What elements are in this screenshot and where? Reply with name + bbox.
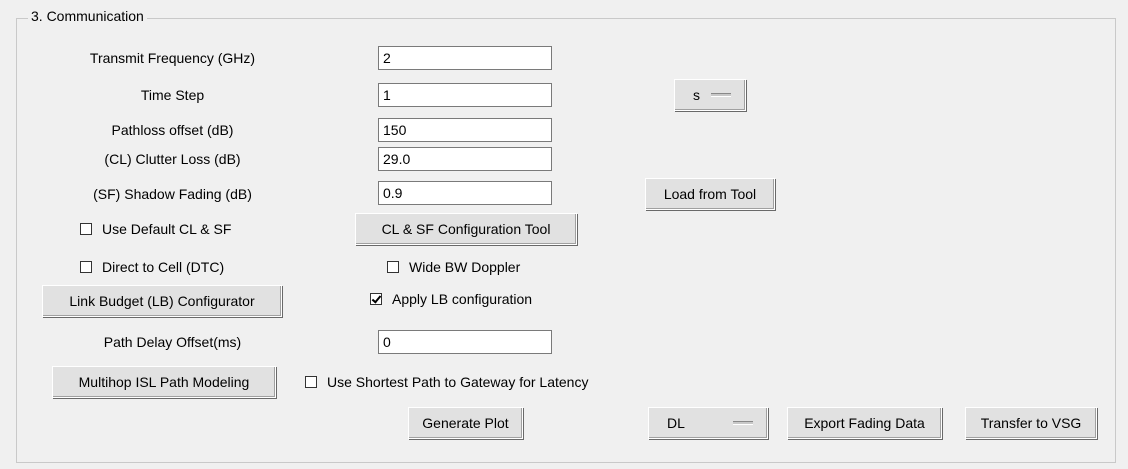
pathloss-offset-label: Pathloss offset (dB) [111, 122, 234, 138]
apply-lb-config-label: Apply LB configuration [392, 291, 533, 307]
option-menu-indicator-icon [711, 93, 731, 97]
shortest-path-checkbox[interactable]: Use Shortest Path to Gateway for Latency [305, 374, 588, 390]
checkbox-box [305, 376, 317, 388]
shortest-path-label: Use Shortest Path to Gateway for Latency [327, 374, 589, 390]
clutter-loss-input[interactable] [378, 147, 552, 171]
cl-sf-config-tool-button[interactable]: CL & SF Configuration Tool [355, 213, 577, 245]
checkbox-box [80, 223, 92, 235]
transfer-to-vsg-button[interactable]: Transfer to VSG [965, 407, 1097, 439]
transmit-frequency-label: Transmit Frequency (GHz) [89, 50, 256, 66]
apply-lb-config-checkbox[interactable]: Apply LB configuration [370, 291, 532, 307]
link-budget-configurator-button[interactable]: Link Budget (LB) Configurator [42, 285, 282, 317]
direction-value: DL [667, 415, 685, 431]
path-delay-offset-label: Path Delay Offset(ms) [103, 334, 242, 350]
path-delay-offset-input[interactable] [378, 330, 552, 354]
clutter-loss-label: (CL) Clutter Loss (dB) [104, 151, 241, 167]
direction-selector[interactable]: DL [648, 407, 768, 439]
shadow-fading-input[interactable] [378, 181, 552, 205]
checkbox-box [387, 261, 399, 273]
multihop-isl-button[interactable]: Multihop ISL Path Modeling [52, 366, 276, 398]
wide-bw-doppler-label: Wide BW Doppler [409, 259, 521, 275]
time-unit-selector[interactable]: s [674, 79, 746, 111]
pathloss-offset-input[interactable] [378, 118, 552, 142]
checkbox-box [80, 261, 92, 273]
option-menu-indicator-icon [733, 421, 753, 425]
export-fading-data-button[interactable]: Export Fading Data [787, 407, 942, 439]
shadow-fading-label: (SF) Shadow Fading (dB) [93, 186, 252, 202]
time-step-input[interactable] [378, 83, 552, 107]
direct-to-cell-label: Direct to Cell (DTC) [102, 259, 225, 275]
use-default-cl-sf-label: Use Default CL & SF [102, 221, 232, 237]
time-step-label: Time Step [140, 87, 205, 103]
use-default-cl-sf-checkbox[interactable]: Use Default CL & SF [80, 221, 231, 237]
direct-to-cell-checkbox[interactable]: Direct to Cell (DTC) [80, 259, 224, 275]
checkbox-checked-box [370, 293, 382, 305]
generate-plot-button[interactable]: Generate Plot [408, 407, 523, 439]
load-from-tool-button[interactable]: Load from Tool [645, 178, 775, 210]
transmit-frequency-input[interactable] [378, 46, 552, 70]
time-unit-value: s [693, 87, 700, 103]
section-title: 3. Communication [28, 8, 147, 24]
wide-bw-doppler-checkbox[interactable]: Wide BW Doppler [387, 259, 520, 275]
